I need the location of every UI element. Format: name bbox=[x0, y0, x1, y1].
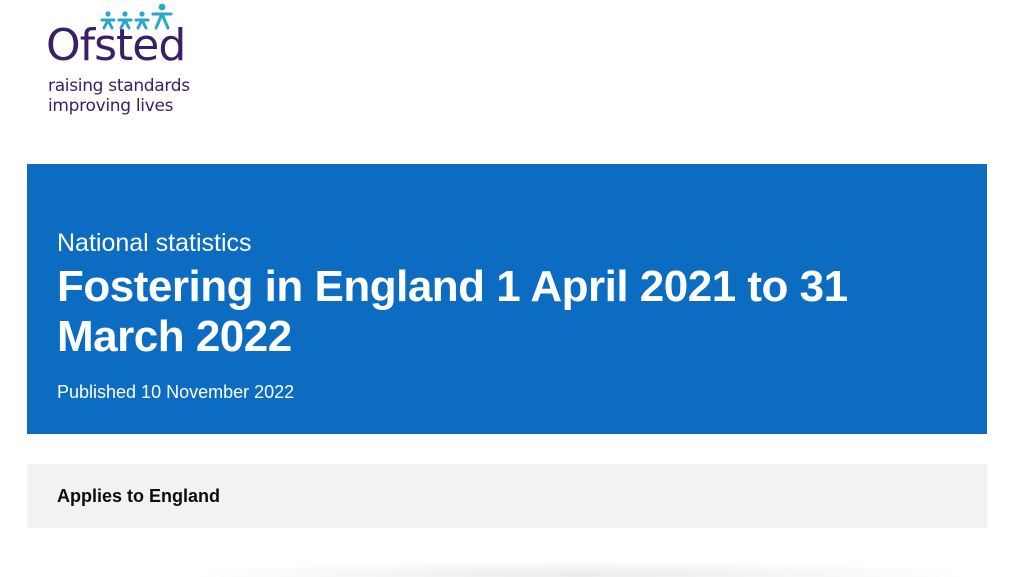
applies-to-text: Applies to England bbox=[57, 486, 221, 506]
title-banner: National statistics Fostering in England… bbox=[27, 164, 987, 434]
content-shadow bbox=[180, 560, 980, 577]
applies-to-panel: Applies to England bbox=[27, 464, 987, 528]
logo-tagline-line1: raising standards bbox=[48, 76, 190, 96]
ofsted-logo[interactable]: Ofsted raising standards improving lives bbox=[46, 2, 196, 117]
published-date: Published 10 November 2022 bbox=[57, 382, 295, 402]
logo-wordmark: Ofsted bbox=[46, 20, 186, 71]
page-title: Fostering in England 1 April 2021 to 31 … bbox=[57, 262, 848, 361]
logo-tagline-line2: improving lives bbox=[48, 96, 174, 116]
document-type: National statistics bbox=[57, 229, 252, 257]
